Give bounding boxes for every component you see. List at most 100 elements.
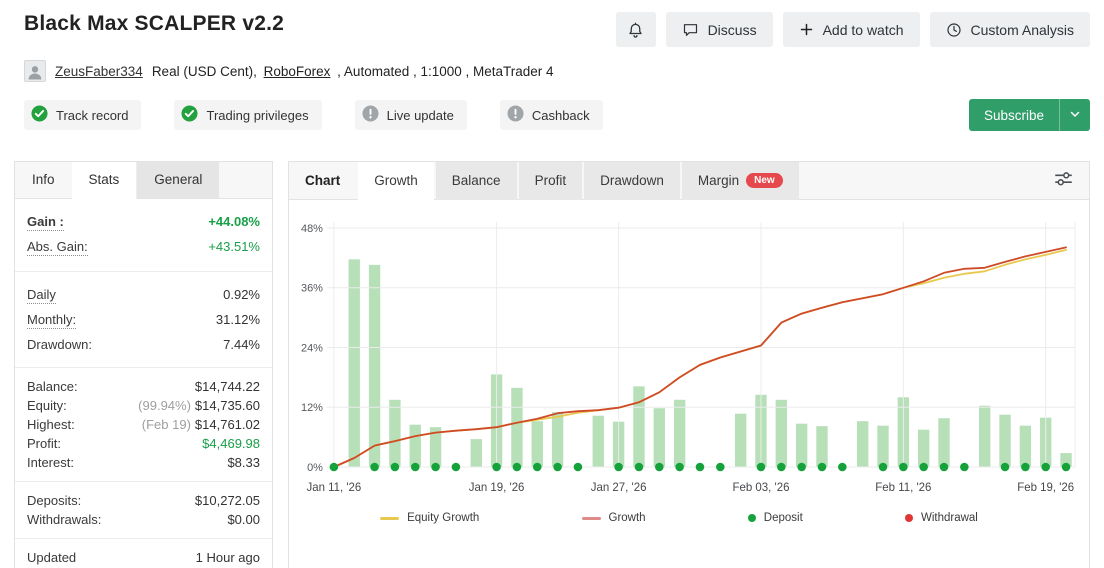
stat-value-wrap: $10,272.05 — [195, 493, 260, 508]
x-axis-label: Feb 19, '26 — [1017, 482, 1074, 494]
gain-bar — [877, 425, 889, 467]
tab-profit[interactable]: Profit — [518, 161, 583, 200]
stat-value: +43.51% — [208, 239, 260, 254]
stat-label: Updated — [27, 550, 77, 565]
plus-icon — [799, 22, 814, 37]
stat-value: $0.00 — [227, 512, 260, 527]
tab-info[interactable]: Info — [15, 162, 72, 198]
stats-panel: Info Stats General Gain : +44.08% Abs. Gain:… — [14, 161, 273, 568]
stat-label: Highest: — [27, 417, 75, 432]
deposit-dot — [553, 462, 562, 472]
stat-row: Equity: (99.94%) $14,735.60 — [27, 398, 260, 413]
y-axis-label: 12% — [301, 402, 323, 414]
speech-bubble-icon — [682, 22, 699, 38]
badge-label: Live update — [386, 107, 454, 123]
chart-tabbar: Chart Growth Balance Profit Drawdown Margin Ne… — [289, 161, 1089, 200]
stat-value-wrap: 31.12% — [216, 312, 260, 327]
account-row: ZeusFaber334 Real (USD Cent), RoboForex … — [0, 47, 1104, 82]
tab-margin[interactable]: Margin New — [681, 161, 799, 200]
broker-link[interactable]: RoboForex — [264, 64, 331, 79]
chart-legend: Equity Growth Growth Deposit Withdrawal — [289, 506, 1089, 524]
tab-balance[interactable]: Balance — [435, 161, 517, 200]
legend-item[interactable]: Deposit — [747, 512, 803, 524]
account-type: Real (USD Cent), — [151, 63, 257, 79]
stat-label: Interest: — [27, 455, 74, 470]
tab-stats[interactable]: Stats — [71, 162, 138, 199]
gain-bar — [999, 414, 1011, 467]
stat-row: Profit: $4,469.98 — [27, 436, 260, 451]
stat-value: $14,761.02 — [194, 417, 260, 432]
add-to-watch-button[interactable]: Add to watch — [782, 12, 920, 47]
username-link[interactable]: ZeusFaber334 — [55, 64, 143, 79]
legend-item[interactable]: Equity Growth — [380, 512, 479, 524]
gain-bar — [979, 405, 991, 467]
gain-bar — [795, 423, 808, 467]
notifications-button[interactable] — [615, 12, 656, 47]
chart-settings-button[interactable] — [1052, 168, 1075, 193]
chart-tabs: Chart Growth Balance Profit Drawdown Margin Ne… — [289, 161, 801, 200]
deposit-dot — [777, 462, 786, 472]
page: Black Max SCALPER v2.2 Discuss Add to wa… — [0, 0, 1104, 568]
stat-value-prefix: (99.94%) — [138, 398, 191, 413]
bell-icon — [627, 21, 644, 39]
stat-row: Highest: (Feb 19) $14,761.02 — [27, 417, 260, 432]
stat-group: Updated1 Hour agoTracking5 — [15, 539, 272, 568]
discuss-button[interactable]: Discuss — [665, 12, 773, 47]
growth-chart[interactable]: 0% 12% 24% 36% 48% Jan 11, '26 Jan 19, '26 Jan … — [293, 206, 1081, 506]
stat-row: Drawdown: 7.44% — [27, 337, 260, 352]
chevron-down-icon — [1069, 108, 1081, 123]
stat-group: Daily 0.92% Monthly: 31.12% Drawdown: 7.44% — [15, 272, 272, 368]
custom-analysis-button[interactable]: Custom Analysis — [929, 12, 1090, 47]
deposit-dot — [695, 462, 705, 472]
stat-value: $4,469.98 — [202, 436, 260, 451]
gain-bar — [775, 399, 788, 467]
legend-item[interactable]: Growth — [581, 512, 646, 524]
subscribe-dropdown-button[interactable] — [1059, 99, 1090, 131]
deposit-dot — [838, 462, 847, 472]
chart-panel: Chart Growth Balance Profit Drawdown Margin Ne… — [288, 161, 1090, 568]
deposit-dot — [817, 462, 827, 472]
stat-value: 7.44% — [223, 337, 260, 352]
subscribe-split-button: Subscribe — [968, 99, 1090, 131]
deposit-dot — [431, 462, 440, 472]
legend-item[interactable]: Withdrawal — [904, 512, 978, 524]
stat-value-wrap: 7.44% — [223, 337, 260, 352]
stat-label: Profit: — [27, 436, 61, 451]
stat-row: Deposits: $10,272.05 — [27, 493, 260, 508]
top-actions: Discuss Add to watch Custom Analysis — [615, 12, 1090, 47]
deposit-dot — [1041, 462, 1050, 472]
tab-general[interactable]: General — [137, 162, 220, 198]
stat-value-wrap: 0.92% — [223, 287, 260, 302]
custom-analysis-label: Custom Analysis — [970, 21, 1074, 38]
tab-drawdown[interactable]: Drawdown — [584, 161, 680, 200]
tab-growth[interactable]: Growth — [358, 161, 434, 200]
deposit-dot — [1021, 462, 1030, 472]
panels: Info Stats General Gain : +44.08% Abs. Gain:… — [14, 161, 1090, 568]
gain-bar — [1019, 425, 1032, 467]
y-axis-label: 36% — [301, 283, 323, 295]
badge-label: Track record — [56, 107, 129, 123]
stat-value-wrap: +43.51% — [208, 239, 260, 254]
x-axis-label: Jan 11, '26 — [306, 482, 361, 494]
deposit-dot — [512, 462, 522, 472]
deposit-dot — [532, 462, 542, 472]
stat-value: +44.08% — [208, 214, 260, 229]
deposit-dot — [390, 462, 400, 472]
deposit-dot — [716, 462, 725, 472]
gain-bar — [409, 424, 421, 467]
legend-label: Equity Growth — [407, 512, 480, 524]
stat-row: Balance: $14,744.22 — [27, 379, 260, 394]
stat-value-wrap: $14,744.22 — [195, 379, 260, 394]
stat-value-wrap: (Feb 19) $14,761.02 — [142, 417, 260, 432]
deposit-dot — [410, 462, 420, 472]
stat-label: Balance: — [27, 379, 78, 394]
y-axis-label: 48% — [301, 223, 323, 235]
tab-chart[interactable]: Chart — [289, 162, 356, 200]
gain-bar — [511, 387, 523, 467]
stat-group: Balance: $14,744.22 Equity: (99.94%) $14,735… — [15, 368, 272, 482]
subscribe-button[interactable]: Subscribe — [968, 99, 1059, 131]
deposit-dot — [675, 462, 684, 472]
stat-group: Gain : +44.08% Abs. Gain: +43.51% — [15, 199, 272, 272]
legend-label: Growth — [608, 512, 646, 524]
stats-tabbar: Info Stats General — [15, 162, 272, 199]
